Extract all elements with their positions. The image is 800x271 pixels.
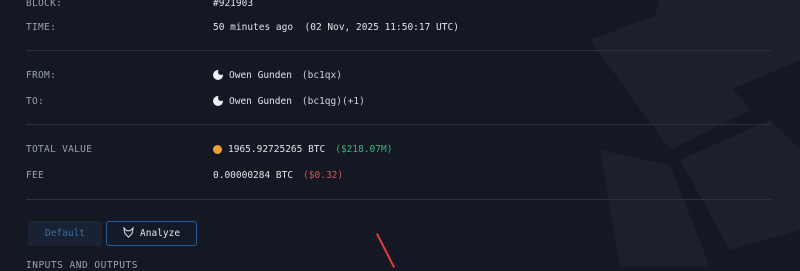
analyze-fox-icon — [123, 225, 134, 241]
btc-coin-icon — [213, 144, 222, 154]
time-value: 50 minutes ago (02 Nov, 2025 11:50:17 UT… — [213, 21, 459, 33]
to-address[interactable]: (bc1qg) — [302, 96, 342, 107]
fee-label: FEE — [26, 169, 45, 181]
total-value-label: TOTAL VALUE — [26, 143, 93, 155]
divider — [26, 199, 772, 200]
block-value[interactable]: #921903 — [213, 0, 253, 9]
to-extra-count[interactable]: (+1) — [342, 96, 365, 107]
tab-analyze-label: Analyze — [140, 228, 181, 239]
owner-avatar-icon — [213, 95, 224, 106]
tab-default-label: Default — [44, 228, 86, 239]
from-address[interactable]: (bc1qx) — [302, 70, 342, 81]
block-label: BLOCK: — [26, 0, 63, 9]
section-title-inputs-outputs: INPUTS AND OUTPUTS — [26, 260, 138, 271]
total-amount: 1965.92725265 BTC — [228, 143, 326, 155]
fee-usd: ($0.32) — [303, 169, 344, 181]
fee-amount: 0.00000284 BTC — [213, 169, 294, 181]
from-row: FROM: Owen Gunden (bc1qx) — [26, 66, 772, 84]
block-row: BLOCK: #921903 — [26, 0, 772, 12]
fee-row: FEE 0.00000284 BTC ($0.32) — [26, 166, 772, 184]
total-usd: ($218.07M) — [335, 143, 393, 155]
view-tabs: Default Analyze — [28, 221, 198, 246]
to-row: TO: Owen Gunden (bc1qg) (+1) — [26, 92, 772, 110]
total-value-row: TOTAL VALUE 1965.92725265 BTC ($218.07M) — [26, 140, 772, 158]
background-logo-watermark — [590, 0, 800, 267]
tab-default[interactable]: Default — [28, 221, 102, 246]
annotation-arrow — [376, 233, 396, 268]
tab-analyze[interactable]: Analyze — [106, 221, 198, 246]
to-name[interactable]: Owen Gunden — [229, 96, 292, 107]
from-label: FROM: — [26, 69, 57, 81]
divider — [26, 50, 772, 51]
owner-avatar-icon — [213, 69, 224, 80]
time-label: TIME: — [26, 21, 57, 33]
to-label: TO: — [26, 95, 45, 107]
from-name[interactable]: Owen Gunden — [229, 70, 292, 81]
time-row: TIME: 50 minutes ago (02 Nov, 2025 11:50… — [26, 18, 772, 36]
divider — [26, 124, 772, 125]
